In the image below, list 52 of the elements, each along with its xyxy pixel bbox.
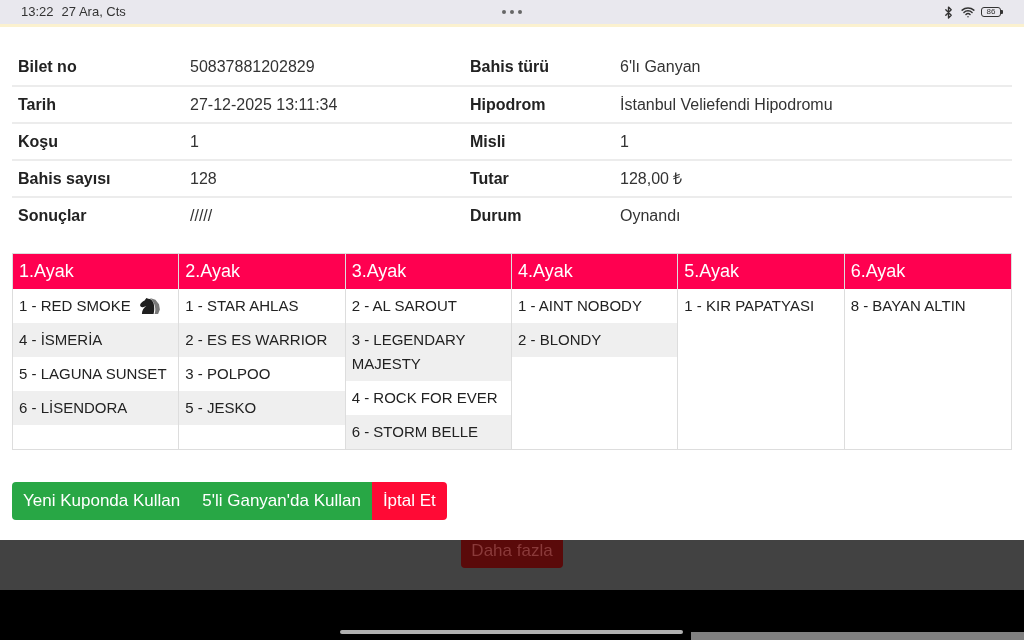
battery-indicator: 86 xyxy=(981,7,1003,17)
detail-value: 27-12-2025 13:11:34 xyxy=(190,94,338,115)
detail-label: Tutar xyxy=(470,168,509,189)
detail-label: Durum xyxy=(470,205,522,226)
horse-name: 4 - ROCK FOR EVER xyxy=(351,388,498,408)
detail-label: Bahis sayısı xyxy=(18,168,111,189)
detail-label: Koşu xyxy=(18,131,58,152)
detail-value: İstanbul Veliefendi Hipodromu xyxy=(620,94,833,115)
detail-value: ///// xyxy=(190,205,213,226)
detail-label: Tarih xyxy=(18,94,56,115)
horse-name: 2 - ES ES WARRIOR xyxy=(185,330,328,350)
horse-name: 1 - AINT NOBODY xyxy=(518,296,642,316)
status-date: 27 Ara, Cts xyxy=(61,3,126,22)
bluetooth-icon xyxy=(942,5,955,19)
detail-value: 50837881202829 xyxy=(190,56,315,77)
action-button[interactable]: 5'li Ganyan'da Kullan xyxy=(191,482,372,520)
detail-value: Oynandı xyxy=(620,205,681,226)
detail-label: Bahis türü xyxy=(470,56,550,77)
horse-name: 1 - RED SMOKE xyxy=(19,296,131,316)
horse-name: 1 - STAR AHLAS xyxy=(185,296,299,316)
leg-header: 3.Ayak xyxy=(345,254,511,289)
horse-name: 2 - BLONDY xyxy=(518,330,602,350)
horse-name: 1 - KIR PAPATYASI xyxy=(684,296,815,316)
leg-header: 1.Ayak xyxy=(13,254,179,289)
leg-header: 5.Ayak xyxy=(678,254,844,289)
leg-header: 2.Ayak xyxy=(179,254,345,289)
horse-name: 6 - STORM BELLE xyxy=(351,422,479,442)
detail-label: Sonuçlar xyxy=(18,205,87,226)
horse-name: 6 - LİSENDORA xyxy=(19,398,128,418)
horse-name: 8 - BAYAN ALTIN xyxy=(850,296,966,316)
detail-value: 128,00 ₺ xyxy=(620,168,683,189)
detail-value: 1 xyxy=(620,131,629,152)
gesture-handle[interactable] xyxy=(340,630,683,634)
action-button[interactable]: Yeni Kuponda Kullan xyxy=(12,482,192,520)
leg-header: 4.Ayak xyxy=(512,254,678,289)
horse-name: 5 - LAGUNA SUNSET xyxy=(19,364,167,384)
horse-name: 3 - LEGENDARY MAJESTY xyxy=(351,330,467,374)
action-button[interactable]: İptal Et xyxy=(371,482,447,520)
leg-header: 6.Ayak xyxy=(844,254,1011,289)
more-dots-icon[interactable] xyxy=(502,10,522,14)
status-time: 13:22 xyxy=(21,3,54,22)
detail-value: 128 xyxy=(190,168,217,189)
detail-label: Bilet no xyxy=(18,56,77,77)
wifi-icon xyxy=(961,5,975,19)
horse-name: 5 - JESKO xyxy=(185,398,257,418)
detail-label: Misli xyxy=(470,131,506,152)
horse-name: 4 - İSMERİA xyxy=(19,330,103,350)
horse-name: 2 - AL SAROUT xyxy=(351,296,457,316)
detail-value: 6'lı Ganyan xyxy=(620,56,701,77)
horse-name: 3 - POLPOO xyxy=(185,364,271,384)
detail-value: 1 xyxy=(190,131,199,152)
detail-label: Hipodrom xyxy=(470,94,546,115)
